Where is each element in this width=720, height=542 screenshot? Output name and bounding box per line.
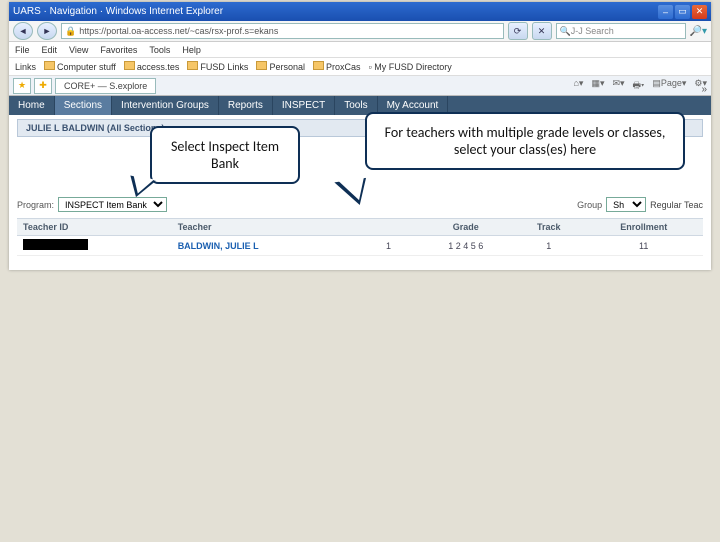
feed-icon[interactable]: ▦▾ [591, 78, 604, 94]
cell-teacher[interactable]: BALDWIN, JULIE L [172, 236, 359, 256]
callout-select-inspect: Select Inspect Item Bank [150, 126, 300, 184]
mail-icon[interactable]: ✉▾ [612, 78, 624, 94]
col-teacher[interactable]: Teacher [172, 219, 359, 236]
folder-icon [256, 61, 267, 70]
maximize-button[interactable]: ▭ [675, 5, 690, 19]
links-bar: Links Computer stuff access.tes FUSD Lin… [9, 58, 711, 76]
col-section[interactable] [359, 219, 419, 236]
group-label: Group [577, 200, 602, 210]
links-label: Links [15, 62, 36, 72]
col-grade[interactable]: Grade [419, 219, 513, 236]
refresh-button[interactable]: ⟳ [508, 22, 528, 40]
cell-enrollment: 11 [584, 236, 703, 256]
back-button[interactable]: ◄ [13, 22, 33, 40]
command-bar: ⌂▾ ▦▾ ✉▾ 🖶▾ ▤Page▾ ⚙▾ [156, 78, 707, 94]
search-icon: 🔍 [560, 26, 571, 37]
link-item[interactable]: ▫ My FUSD Directory [368, 62, 451, 72]
redacted-id [23, 239, 88, 250]
lock-icon: 🔒 [65, 26, 76, 37]
page-icon[interactable]: ▤Page▾ [652, 78, 686, 94]
cell-section: 1 [359, 236, 419, 256]
link-item[interactable]: Personal [256, 61, 305, 72]
search-box[interactable]: 🔍 J-J Search [556, 23, 686, 39]
menu-help[interactable]: Help [182, 45, 201, 55]
table-row[interactable]: BALDWIN, JULIE L 1 1 2 4 5 6 1 11 [17, 236, 703, 256]
tab-intervention-groups[interactable]: Intervention Groups [112, 96, 219, 115]
home-icon[interactable]: ⌂▾ [573, 78, 583, 94]
folder-icon [187, 61, 198, 70]
col-enrollment[interactable]: Enrollment [584, 219, 703, 236]
link-item[interactable]: FUSD Links [187, 61, 248, 72]
tab-sections[interactable]: Sections [55, 96, 112, 115]
menu-tools[interactable]: Tools [149, 45, 170, 55]
teacher-type-label: Regular Teac [650, 200, 703, 210]
tab-bar: ★ ✚ CORE+ — S.explore ⌂▾ ▦▾ ✉▾ 🖶▾ ▤Page▾… [9, 76, 711, 96]
menu-view[interactable]: View [69, 45, 88, 55]
tab-reports[interactable]: Reports [219, 96, 273, 115]
callout-tail-icon [334, 178, 369, 208]
tab-home[interactable]: Home [9, 96, 55, 115]
search-placeholder: J-J Search [571, 26, 614, 36]
url-text: https://portal.oa-access.net/~cas/rsx-pr… [79, 26, 278, 36]
folder-icon [44, 61, 55, 70]
window-controls: – ▭ ✕ [658, 5, 707, 19]
chevron-right-icon[interactable]: » [701, 84, 707, 95]
menu-favorites[interactable]: Favorites [100, 45, 137, 55]
menu-file[interactable]: File [15, 45, 30, 55]
col-track[interactable]: Track [513, 219, 584, 236]
tab-inspect[interactable]: INSPECT [273, 96, 335, 115]
print-icon[interactable]: 🖶▾ [633, 78, 645, 94]
stop-button[interactable]: ✕ [532, 22, 552, 40]
link-item[interactable]: access.tes [124, 61, 180, 72]
forward-button[interactable]: ► [37, 22, 57, 40]
callout-select-classes: For teachers with multiple grade levels … [365, 112, 685, 170]
folder-icon [124, 61, 135, 70]
cell-teacher-id [17, 236, 172, 256]
minimize-button[interactable]: – [658, 5, 673, 19]
close-button[interactable]: ✕ [692, 5, 707, 19]
add-favorite-button[interactable]: ✚ [34, 78, 52, 94]
nav-row: ◄ ► 🔒 https://portal.oa-access.net/~cas/… [9, 21, 711, 42]
address-bar[interactable]: 🔒 https://portal.oa-access.net/~cas/rsx-… [61, 23, 504, 39]
menu-edit[interactable]: Edit [42, 45, 58, 55]
col-teacher-id[interactable]: Teacher ID [17, 219, 172, 236]
favorites-star-button[interactable]: ★ [13, 78, 31, 94]
folder-icon [313, 61, 324, 70]
link-item[interactable]: ProxCas [313, 61, 361, 72]
cell-track: 1 [513, 236, 584, 256]
page-icon: ▫ [368, 62, 371, 72]
titlebar: UARS · Navigation · Windows Internet Exp… [9, 2, 711, 21]
page-tab[interactable]: CORE+ — S.explore [55, 78, 156, 94]
menubar: File Edit View Favorites Tools Help [9, 42, 711, 58]
link-item[interactable]: Computer stuff [44, 61, 116, 72]
sections-table: Teacher ID Teacher Grade Track Enrollmen… [17, 218, 703, 256]
table-header-row: Teacher ID Teacher Grade Track Enrollmen… [17, 219, 703, 236]
program-label: Program: [17, 200, 54, 210]
group-select[interactable]: Sh [606, 197, 646, 212]
window-title: UARS · Navigation · Windows Internet Exp… [13, 6, 658, 17]
cell-grade: 1 2 4 5 6 [419, 236, 513, 256]
search-go-icon[interactable]: 🔎▾ [690, 26, 707, 37]
